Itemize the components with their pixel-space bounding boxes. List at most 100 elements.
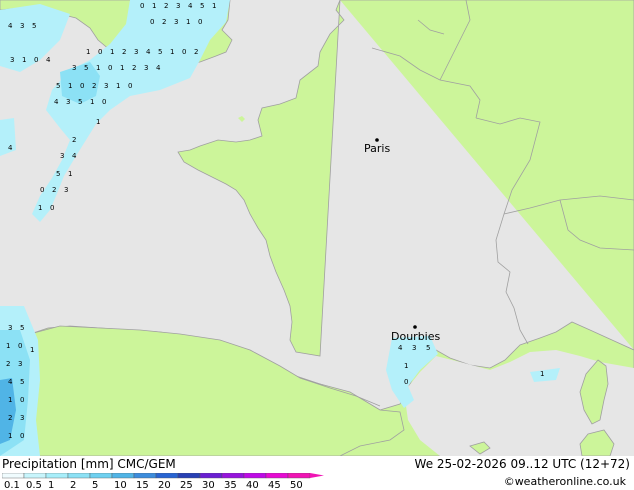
precip-cell: 0	[182, 48, 186, 56]
legend-label: 20	[158, 480, 171, 489]
precip-cell: 4	[46, 56, 51, 64]
precip-cell: 0	[80, 82, 84, 90]
precip-cell: 5	[56, 82, 60, 90]
precip-cell: 1	[30, 346, 34, 354]
map-area[interactable]: 0123451023104351012345102310435101234510…	[0, 0, 634, 456]
precip-cell: 1	[22, 56, 26, 64]
legend-label: 35	[224, 480, 237, 489]
precip-cell: 1	[152, 2, 156, 10]
precip-cell: 5	[200, 2, 204, 10]
precip-cell: 2	[8, 414, 12, 422]
legend-label: 25	[180, 480, 193, 489]
legend-swatch	[155, 473, 179, 479]
precip-cell: 3	[104, 82, 108, 90]
precip-cell: 2	[164, 2, 168, 10]
city-dot	[413, 325, 417, 329]
precip-cell: 4	[8, 22, 13, 30]
precip-cell: 3	[144, 64, 148, 72]
legend-label: 50	[290, 480, 303, 489]
precip-cell: 1	[8, 432, 12, 440]
precip-cell: 0	[20, 432, 24, 440]
legend-label: 15	[136, 480, 149, 489]
precip-cell: 1	[6, 342, 10, 350]
precip-cell: 0	[18, 342, 22, 350]
map-title: Precipitation [mm] CMC/GEM	[2, 457, 176, 471]
precip-cell: 2	[132, 64, 136, 72]
legend-label: 45	[268, 480, 281, 489]
legend-swatch	[221, 473, 245, 479]
valid-time: We 25-02-2026 09..12 UTC (12+72)	[414, 457, 630, 471]
precip-cell: 1	[170, 48, 174, 56]
color-legend: 0.1 0.5 1 2 5 10 15 20 25 30 35 40 45 50	[2, 473, 324, 489]
precip-cell: 4	[54, 98, 59, 106]
precip-cell: 1	[96, 118, 100, 126]
precip-cell: 5	[56, 170, 60, 178]
legend-swatch	[45, 473, 69, 479]
precip-cell: 5	[20, 324, 24, 332]
legend-label: 2	[70, 480, 76, 489]
precip-cell: 0	[404, 378, 408, 386]
precip-cell: 1	[540, 370, 544, 378]
precip-cell: 4	[156, 64, 161, 72]
precip-cell: 1	[8, 396, 12, 404]
precip-cell: 1	[120, 64, 124, 72]
legend-swatch	[89, 473, 113, 479]
precip-cell: 3	[60, 152, 64, 160]
precip-cell: 0	[108, 64, 112, 72]
legend-swatch	[111, 473, 135, 479]
precip-cell: 4	[398, 344, 403, 352]
legend-label: 5	[92, 480, 98, 489]
legend-label: 10	[114, 480, 127, 489]
precip-cell: 4	[188, 2, 193, 10]
precip-cell: 2	[52, 186, 56, 194]
precip-cell: 0	[140, 2, 144, 10]
map-canvas: 0 1 2 3 4 5 10 2 3 1 04 3 51 0 1 2 3 4 5 1 0 23 1 0 43 5 1 0 1 2 3 45 1 0…	[0, 0, 634, 456]
legend-swatch	[133, 473, 157, 479]
legend-label: 0.5	[26, 480, 42, 489]
precip-cell: 1	[404, 362, 408, 370]
precip-cell: 0	[128, 82, 132, 90]
precip-cell: 5	[20, 378, 24, 386]
precip-cell: 3	[412, 344, 416, 352]
precip-cell: 2	[72, 136, 76, 144]
legend-swatch	[67, 473, 91, 479]
legend-swatch	[23, 473, 47, 479]
precip-cell: 2	[6, 360, 10, 368]
footer: Precipitation [mm] CMC/GEM We 25-02-2026…	[0, 456, 634, 490]
precip-cell: 3	[18, 360, 22, 368]
precip-cell: 5	[426, 344, 430, 352]
legend-swatch	[243, 473, 267, 479]
copyright-link[interactable]: ©weatheronline.co.uk	[504, 475, 626, 488]
precip-cell: 0	[50, 204, 54, 212]
legend-swatch	[2, 473, 25, 479]
precip-cell: 5	[84, 64, 88, 72]
precip-cell: 3	[20, 414, 24, 422]
precip-cell: 2	[194, 48, 198, 56]
precip-cell: 3	[72, 64, 76, 72]
precip-cell: 3	[8, 324, 12, 332]
precip-cell: 1	[38, 204, 42, 212]
precip-cell: 3	[174, 18, 178, 26]
precip-cell: 0	[20, 396, 24, 404]
precip-cell: 1	[86, 48, 90, 56]
precip-cell: 1	[116, 82, 120, 90]
precip-cell: 0	[102, 98, 106, 106]
precip-cell: 3	[176, 2, 180, 10]
precip-cell: 0	[98, 48, 102, 56]
legend-arrow	[310, 473, 324, 478]
city-label: Dourbies	[391, 330, 441, 343]
precip-cell: 3	[134, 48, 138, 56]
legend-swatch	[287, 473, 311, 479]
precip-cell: 0	[150, 18, 154, 26]
precip-cell: 3	[20, 22, 24, 30]
legend-swatch	[177, 473, 201, 479]
precip-cell: 5	[158, 48, 162, 56]
precip-cell: 3	[66, 98, 70, 106]
precip-cell: 4	[8, 378, 13, 386]
legend-label: 1	[48, 480, 54, 489]
precip-cell: 1	[68, 170, 72, 178]
city-label: Paris	[364, 142, 390, 155]
precip-cell: 1	[110, 48, 114, 56]
precip-cell: 3	[64, 186, 68, 194]
precip-cell: 4	[72, 152, 77, 160]
